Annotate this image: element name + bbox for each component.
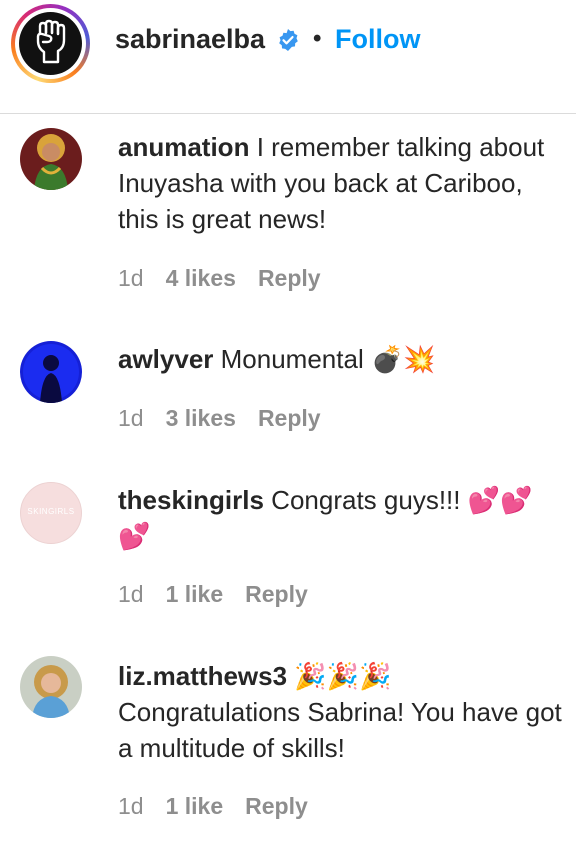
comment-username[interactable]: theskingirls	[118, 485, 264, 515]
commenter-avatar[interactable]: SKINGIRLS	[20, 482, 82, 544]
commenter-avatar[interactable]	[20, 341, 82, 403]
reply-button[interactable]: Reply	[258, 405, 321, 431]
profile-avatar[interactable]	[11, 4, 90, 83]
raised-fist-icon	[36, 19, 66, 64]
comment-text: liz.matthews3 🎉🎉🎉 Congratulations Sabrin…	[118, 658, 568, 766]
commenter-avatar[interactable]	[20, 656, 82, 718]
comment-likes[interactable]: 4 likes	[166, 265, 236, 291]
comment-username[interactable]: awlyver	[118, 344, 213, 374]
comment-text: theskingirls Congrats guys!!! 💕💕💕	[118, 482, 558, 554]
follow-button[interactable]: Follow	[335, 24, 420, 55]
comment-meta: 1d 4 likes Reply	[118, 265, 343, 292]
avatar-logo-text: SKINGIRLS	[27, 507, 75, 516]
reply-button[interactable]: Reply	[245, 581, 308, 607]
post-author-username[interactable]: sabrinaelba	[115, 24, 265, 55]
comment-meta: 1d 1 like Reply	[118, 793, 330, 820]
comment-likes[interactable]: 1 like	[166, 793, 224, 819]
comment-text: awlyver Monumental 💣💥	[118, 341, 558, 377]
comment-text: anumation I remember talking about Inuya…	[118, 129, 558, 237]
comment-body: Monumental 💣💥	[220, 344, 436, 374]
comment-username[interactable]: liz.matthews3	[118, 661, 287, 691]
comment-age: 1d	[118, 581, 144, 607]
reply-button[interactable]: Reply	[258, 265, 321, 291]
comment-meta: 1d 3 likes Reply	[118, 405, 343, 432]
comment-likes[interactable]: 3 likes	[166, 405, 236, 431]
comment-meta: 1d 1 like Reply	[118, 581, 330, 608]
reply-button[interactable]: Reply	[245, 793, 308, 819]
comment-age: 1d	[118, 405, 144, 431]
comment-likes[interactable]: 1 like	[166, 581, 224, 607]
post-header: sabrinaelba • Follow	[0, 0, 576, 114]
comment-username[interactable]: anumation	[118, 132, 249, 162]
header-separator: •	[313, 25, 322, 52]
comment-age: 1d	[118, 793, 144, 819]
verified-badge-icon	[279, 29, 298, 51]
comment-age: 1d	[118, 265, 144, 291]
commenter-avatar[interactable]	[20, 128, 82, 190]
